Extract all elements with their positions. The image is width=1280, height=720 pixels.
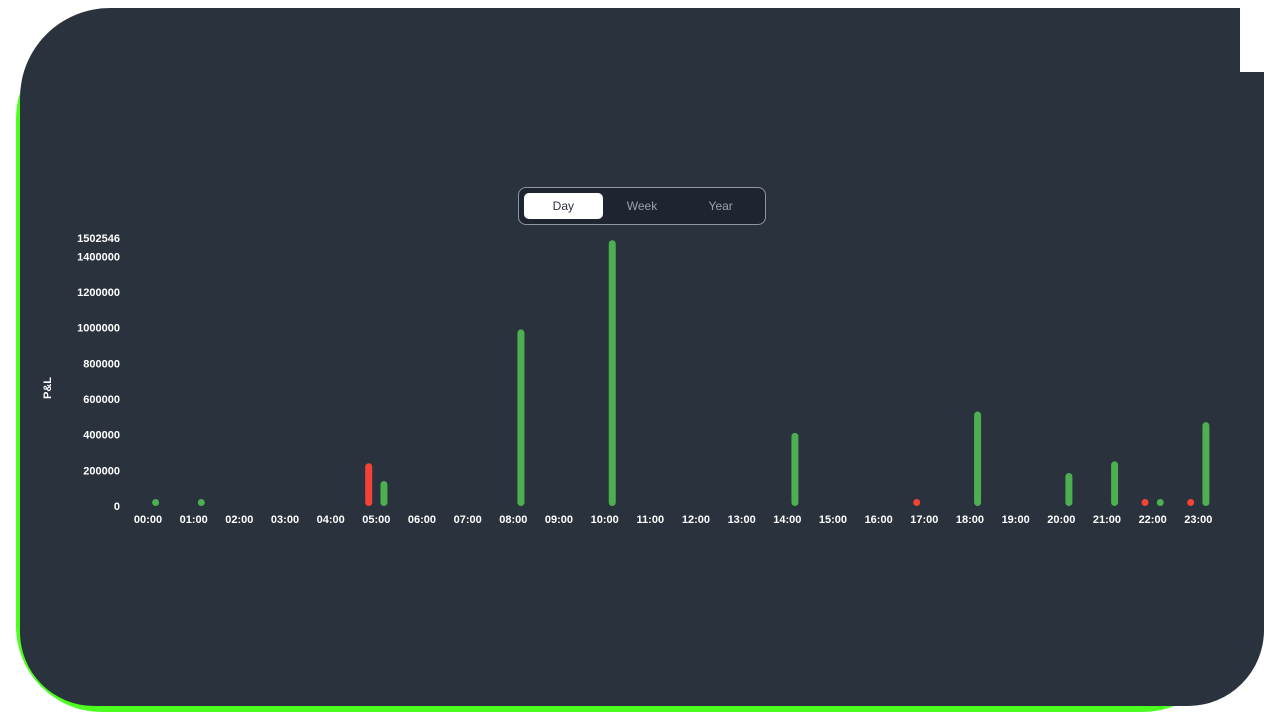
x-tick-label: 19:00	[1002, 514, 1030, 526]
chart-panel: Day Week Year P&L 0 200000 400000 600000 800…	[20, 8, 1264, 706]
bar-positive[interactable]	[1111, 461, 1119, 506]
y-tick-label: 0	[114, 501, 120, 513]
x-tick-label: 10:00	[591, 514, 619, 526]
bar-negative[interactable]	[913, 499, 921, 506]
bar-negative[interactable]	[1187, 499, 1195, 506]
bar-positive[interactable]	[1156, 499, 1164, 506]
x-tick-label: 18:00	[956, 514, 984, 526]
x-tick-label: 15:00	[819, 514, 847, 526]
x-tick-label: 06:00	[408, 514, 436, 526]
x-tick-label: 04:00	[317, 514, 345, 526]
bar-positive[interactable]	[1065, 473, 1073, 506]
y-tick-label: 1200000	[77, 287, 120, 299]
bar-positive[interactable]	[608, 240, 616, 507]
x-tick-labels: 00:00 01:00 02:00 03:00 04:00 05:00 06:00 07:00…	[134, 514, 1212, 526]
x-tick-label: 21:00	[1093, 514, 1121, 526]
x-tick-label: 17:00	[910, 514, 938, 526]
pnl-bar-chart: 0 200000 400000 600000 800000 1000000 1200000 1…	[77, 233, 1212, 526]
x-tick-label: 09:00	[545, 514, 573, 526]
x-tick-label: 13:00	[728, 514, 756, 526]
x-tick-label: 03:00	[271, 514, 299, 526]
x-tick-label: 16:00	[865, 514, 893, 526]
x-tick-label: 08:00	[499, 514, 527, 526]
x-tick-label: 02:00	[225, 514, 253, 526]
bar-positive[interactable]	[197, 499, 205, 506]
x-tick-label: 05:00	[362, 514, 390, 526]
y-tick-label: 600000	[83, 394, 120, 406]
x-tick-label: 01:00	[180, 514, 208, 526]
y-tick-label: 200000	[83, 465, 120, 477]
x-tick-label: 07:00	[454, 514, 482, 526]
bar-negative[interactable]	[365, 463, 373, 506]
y-tick-label: 1502546	[77, 233, 120, 245]
y-tick-label: 1000000	[77, 323, 120, 335]
x-tick-label: 11:00	[637, 514, 665, 526]
x-tick-label: 20:00	[1047, 514, 1075, 526]
x-tick-label: 14:00	[773, 514, 801, 526]
y-tick-label: 400000	[83, 430, 120, 442]
bar-negative[interactable]	[1141, 499, 1149, 506]
x-tick-label: 23:00	[1184, 514, 1212, 526]
bar-positive[interactable]	[517, 329, 525, 506]
y-tick-label: 1400000	[77, 251, 120, 263]
x-tick-label: 22:00	[1139, 514, 1167, 526]
bar-positive[interactable]	[974, 411, 982, 506]
bars	[152, 240, 1210, 507]
bar-positive[interactable]	[791, 432, 799, 506]
x-tick-label: 00:00	[134, 514, 162, 526]
bar-positive[interactable]	[380, 481, 388, 506]
y-tick-label: 800000	[83, 358, 120, 370]
x-tick-label: 12:00	[682, 514, 710, 526]
bar-positive[interactable]	[1202, 422, 1210, 506]
bar-positive[interactable]	[152, 499, 160, 506]
y-tick-labels: 0 200000 400000 600000 800000 1000000 1200000 1…	[77, 233, 120, 513]
